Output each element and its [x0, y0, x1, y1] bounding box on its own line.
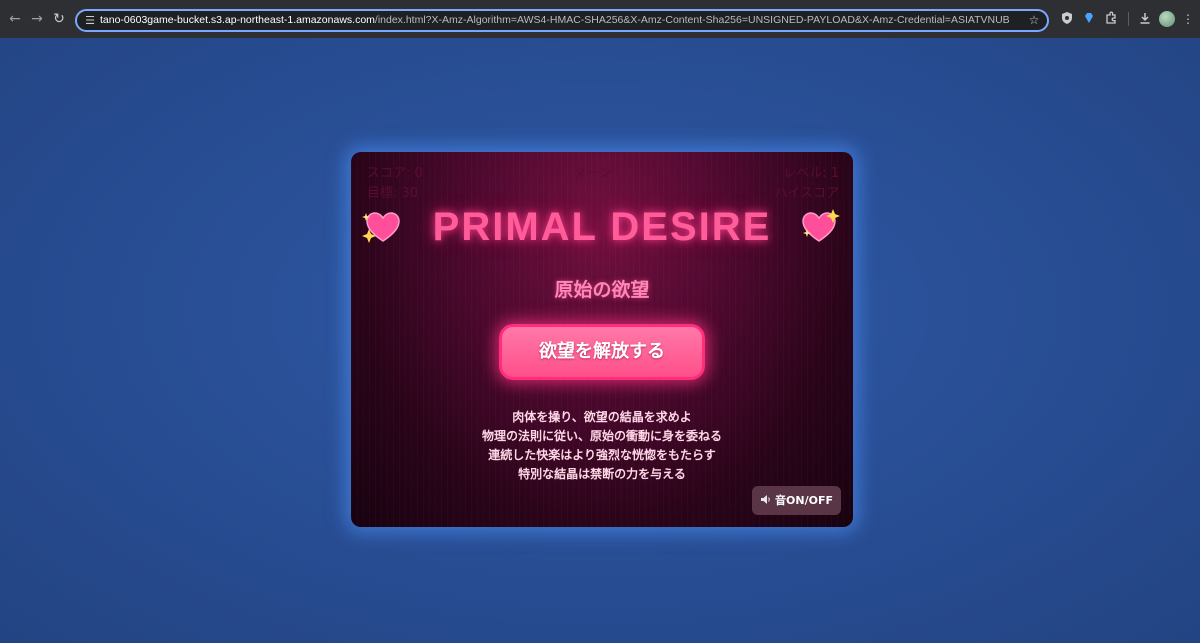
game-subtitle: 原始の欲望	[554, 279, 650, 301]
sparkling-heart-icon-left	[362, 212, 400, 243]
sound-toggle-button[interactable]: 音ON/OFF	[752, 486, 841, 515]
extension-gem-icon[interactable]	[1081, 11, 1097, 27]
hud-score: スコア: 0	[367, 166, 423, 181]
start-button[interactable]: 欲望を解放する	[499, 324, 705, 380]
description-line: 物理の法則に従い、原始の衝動に身を委ねる	[481, 429, 722, 443]
extensions-puzzle-icon[interactable]	[1103, 11, 1119, 27]
sound-toggle-label: 音ON/OFF	[775, 494, 833, 507]
address-bar[interactable]: ☰ tano-0603game-bucket.s3.ap-northeast-1…	[75, 9, 1049, 32]
game-start-screen: スコア: 0 目標: 30 ターン レベル: 1 ハイスコア PRIMAL DE…	[351, 152, 853, 527]
back-arrow-icon[interactable]: ←	[5, 9, 25, 29]
browser-toolbar: ← → ↻ ☰ tano-0603game-bucket.s3.ap-north…	[0, 0, 1200, 38]
url-text[interactable]: tano-0603game-bucket.s3.ap-northeast-1.a…	[100, 11, 1010, 30]
sparkling-heart-icon-right	[802, 209, 840, 242]
game-description: 肉体を操り、欲望の結晶を求めよ 物理の法則に従い、原始の衝動に身を委ねる 連続し…	[351, 408, 853, 484]
speaker-icon	[760, 486, 772, 515]
game-title: PRIMAL DESIRE	[432, 205, 772, 249]
description-line: 特別な結晶は禁断の力を与える	[518, 467, 686, 481]
site-info-icon[interactable]: ☰	[83, 14, 97, 28]
description-line: 肉体を操り、欲望の結晶を求めよ	[512, 410, 692, 424]
forward-arrow-icon[interactable]: →	[27, 9, 47, 29]
hud-highscore: ハイスコア	[774, 186, 839, 201]
profile-avatar[interactable]	[1159, 11, 1175, 27]
toolbar-divider	[1128, 12, 1129, 26]
description-line: 連続した快楽はより強烈な恍惚をもたらす	[488, 448, 716, 462]
reload-icon[interactable]: ↻	[49, 9, 69, 29]
extension-shield-icon[interactable]	[1059, 11, 1075, 27]
hud-level: レベル: 1	[783, 166, 839, 181]
title-row: PRIMAL DESIRE	[351, 202, 853, 252]
hud-target: 目標: 30	[367, 186, 419, 201]
menu-kebab-icon[interactable]: ⋮	[1180, 11, 1196, 27]
hud-center: ターン	[573, 166, 612, 181]
url-path: /index.html?X-Amz-Algorithm=AWS4-HMAC-SH…	[374, 14, 1010, 26]
download-icon[interactable]	[1137, 11, 1153, 27]
url-host: tano-0603game-bucket.s3.ap-northeast-1.a…	[100, 14, 375, 26]
page-background: スコア: 0 目標: 30 ターン レベル: 1 ハイスコア PRIMAL DE…	[0, 38, 1200, 643]
bookmark-star-icon[interactable]: ☆	[1027, 13, 1041, 27]
